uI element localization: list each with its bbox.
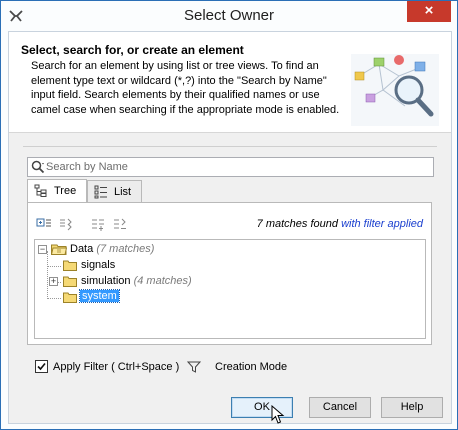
creation-mode-label[interactable]: Creation Mode	[215, 361, 287, 373]
tree-node-data[interactable]: − Data (7 matches)	[35, 242, 235, 258]
package-folder-icon	[63, 276, 77, 287]
tree-icon	[34, 184, 47, 197]
search-illustration-icon	[351, 54, 439, 126]
tree-node-name: Data	[70, 243, 94, 255]
collapse-selected-icon[interactable]	[112, 216, 128, 232]
search-icon	[31, 160, 45, 174]
tree-node-simulation[interactable]: + simulation (4 matches)	[35, 274, 255, 290]
header-description: Search for an element by using list or t…	[31, 60, 340, 116]
select-owner-dialog: Select Owner × Select, search for, or cr…	[0, 0, 458, 430]
package-folder-icon	[63, 260, 77, 271]
expand-all-icon[interactable]	[36, 216, 52, 232]
filter-applied-link[interactable]: with filter applied	[341, 218, 423, 230]
tree-node-name: signals	[81, 259, 116, 271]
collapse-all-icon[interactable]	[58, 216, 74, 232]
tree-node-label: Data (7 matches)	[70, 243, 154, 255]
group-separator	[23, 146, 437, 147]
tab-list[interactable]: List	[87, 180, 142, 202]
package-folder-icon	[63, 292, 77, 303]
matches-summary: 7 matches found with filter applied	[257, 218, 423, 230]
title-bar[interactable]: Select Owner ×	[1, 1, 457, 31]
tree-panel: 7 matches found with filter applied − Da…	[27, 202, 432, 345]
filter-funnel-icon[interactable]	[187, 360, 201, 374]
apply-filter-checkbox[interactable]	[35, 360, 48, 373]
tab-tree-label: Tree	[54, 185, 77, 197]
tree-node-name: simulation	[81, 275, 131, 287]
matches-count-text: 7 matches found	[256, 218, 342, 230]
dialog-header: Select, search for, or create an element…	[9, 32, 451, 133]
tree-node-signals[interactable]: signals	[35, 258, 235, 274]
mouse-pointer-icon	[271, 405, 285, 424]
window-title: Select Owner	[183, 7, 275, 24]
element-tree[interactable]: − Data (7 matches) signals + simulation …	[34, 239, 426, 339]
tab-tree[interactable]: Tree	[27, 179, 87, 203]
list-icon	[94, 185, 107, 199]
search-box[interactable]	[27, 157, 434, 177]
header-title: Select, search for, or create an element	[21, 43, 244, 57]
expand-selected-icon[interactable]	[90, 216, 106, 232]
tree-node-system[interactable]: system	[35, 289, 235, 306]
checkmark-icon	[37, 362, 46, 371]
package-folder-open-icon	[51, 244, 67, 255]
help-button[interactable]: Help	[381, 397, 443, 418]
tree-node-name-selected: system	[79, 289, 120, 303]
tree-node-match-count: (7 matches)	[96, 243, 155, 255]
dialog-body: Select, search for, or create an element…	[8, 31, 452, 424]
close-button[interactable]: ×	[407, 1, 451, 22]
expand-toggle-icon[interactable]: +	[49, 277, 58, 286]
dialog-footer: OK Cancel Help	[9, 387, 451, 423]
search-by-name-input[interactable]	[46, 158, 426, 176]
tree-node-match-count: (4 matches)	[133, 275, 192, 287]
collapse-toggle-icon[interactable]: −	[38, 245, 47, 254]
tab-list-label: List	[114, 186, 132, 198]
apply-filter-label[interactable]: Apply Filter ( Ctrl+Space )	[53, 361, 179, 373]
tree-node-label: simulation (4 matches)	[81, 275, 192, 287]
cancel-button[interactable]: Cancel	[309, 397, 371, 418]
